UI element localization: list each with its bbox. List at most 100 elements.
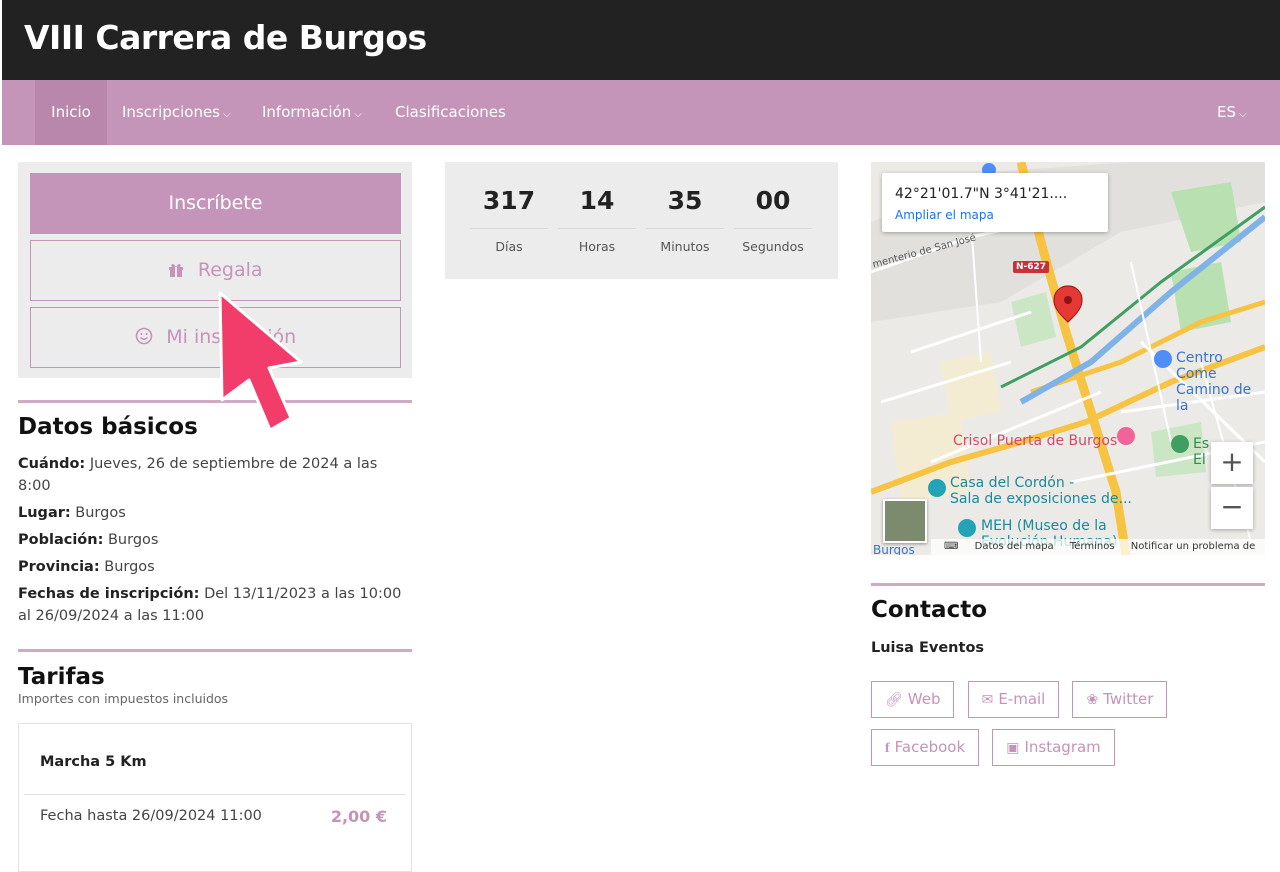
info-registration-dates: Fechas de inscripción: Del 13/11/2023 a … bbox=[18, 583, 412, 627]
divider bbox=[646, 228, 724, 229]
expand-map-link[interactable]: Ampliar el mapa bbox=[895, 208, 994, 222]
map-footer: ⌨ Datos del mapa Términos Notificar un p… bbox=[931, 539, 1265, 555]
poi-label-line: Camino de la bbox=[1176, 382, 1252, 414]
countdown-days: 317 Días bbox=[470, 186, 548, 254]
web-button[interactable]: 🔗︎ Web bbox=[871, 681, 955, 718]
nav-item-label: Inicio bbox=[51, 103, 91, 121]
map-embed[interactable]: N-627 menterio de San José Centro Come Ca… bbox=[871, 162, 1265, 555]
contact-title: Contacto bbox=[871, 597, 987, 623]
poi-label-line: MEH (Museo de la bbox=[981, 518, 1107, 534]
web-label: Web bbox=[907, 690, 941, 708]
map-data-link[interactable]: Datos del mapa bbox=[975, 541, 1054, 552]
link-icon: 🔗︎ bbox=[885, 692, 903, 708]
nav-item-informacion[interactable]: Información ⌵ bbox=[262, 80, 362, 145]
countdown-value: 14 bbox=[579, 186, 615, 215]
info-label: Lugar: bbox=[18, 505, 71, 521]
facebook-button[interactable]: f Facebook bbox=[871, 729, 980, 766]
nav-item-inicio[interactable]: Inicio bbox=[35, 80, 107, 145]
register-button-label: Inscríbete bbox=[168, 192, 263, 214]
poi-label-line: Casa del Cordón - bbox=[950, 475, 1075, 491]
chevron-down-icon: ⌵ bbox=[354, 109, 362, 120]
nav-item-inscripciones[interactable]: Inscripciones ⌵ bbox=[122, 80, 231, 145]
nav-item-label: Clasificaciones bbox=[395, 103, 506, 121]
site-title: VIII Carrera de Burgos bbox=[24, 18, 427, 57]
site-header: VIII Carrera de Burgos bbox=[2, 0, 1280, 80]
pointer-cursor-icon bbox=[218, 291, 303, 432]
divider bbox=[24, 794, 406, 795]
twitter-button[interactable]: ❀ Twitter bbox=[1072, 681, 1168, 718]
instagram-icon: ▣ bbox=[1006, 740, 1020, 756]
twitter-icon: ❀ bbox=[1086, 692, 1099, 708]
nav-item-clasificaciones[interactable]: Clasificaciones bbox=[395, 80, 506, 145]
info-label: Población: bbox=[18, 532, 104, 548]
road-shield: N-627 bbox=[1013, 261, 1050, 273]
rate-date: Fecha hasta 26/09/2024 11:00 bbox=[40, 808, 262, 824]
poi-label-line: El bbox=[1193, 452, 1206, 468]
info-value: Burgos bbox=[75, 505, 126, 521]
countdown: 317 Días 14 Horas 35 Minutos 00 Segundos bbox=[445, 162, 838, 279]
countdown-label: Días bbox=[495, 239, 523, 254]
countdown-value: 00 bbox=[755, 186, 791, 215]
map-info-card: 42°21'01.7"N 3°41'21.... Ampliar el mapa bbox=[882, 173, 1108, 232]
organizer-name: Luisa Eventos bbox=[871, 640, 985, 656]
left-column: Inscríbete Regala Mi inscripción Datos b… bbox=[18, 162, 412, 872]
countdown-label: Segundos bbox=[742, 239, 804, 254]
nav-item-label: Inscripciones bbox=[122, 103, 220, 121]
countdown-seconds: 00 Segundos bbox=[734, 186, 812, 254]
countdown-value: 35 bbox=[667, 186, 703, 215]
poi-label: Centro Come Camino de la bbox=[1176, 350, 1265, 414]
zoom-in-button[interactable]: + bbox=[1211, 442, 1253, 484]
poi-label: Es El bbox=[1193, 436, 1209, 468]
town-label: Burgos bbox=[873, 543, 915, 555]
info-label: Cuándo: bbox=[18, 456, 86, 472]
rates-subtitle: Importes con impuestos incluidos bbox=[18, 691, 229, 706]
info-label: Fechas de inscripción: bbox=[18, 586, 200, 602]
email-label: E-mail bbox=[998, 690, 1046, 708]
facebook-icon: f bbox=[885, 741, 890, 756]
poi-label-line: Es bbox=[1193, 436, 1210, 452]
email-button[interactable]: ✉ E-mail bbox=[967, 681, 1060, 718]
poi-label-line: Sala de exposiciones de... bbox=[950, 491, 1132, 507]
rate-card: Marcha 5 Km Fecha hasta 26/09/2024 11:00… bbox=[18, 723, 412, 872]
poi-label: Casa del Cordón - Sala de exposiciones de… bbox=[950, 475, 1132, 507]
instagram-button[interactable]: ▣ Instagram bbox=[992, 729, 1115, 766]
facebook-label: Facebook bbox=[894, 738, 966, 756]
divider bbox=[558, 228, 636, 229]
main-nav: Inicio Inscripciones ⌵ Información ⌵ Clasi… bbox=[2, 80, 1280, 145]
register-button[interactable]: Inscríbete bbox=[30, 173, 401, 234]
gift-button-label: Regala bbox=[197, 259, 263, 281]
rates-title: Tarifas bbox=[18, 664, 105, 690]
zoom-out-button[interactable]: − bbox=[1211, 487, 1253, 529]
divider bbox=[18, 649, 412, 652]
info-label: Provincia: bbox=[18, 559, 100, 575]
divider bbox=[470, 228, 548, 229]
divider bbox=[871, 583, 1265, 586]
language-selector[interactable]: ES ⌵ bbox=[1217, 80, 1247, 145]
countdown-value: 317 bbox=[482, 186, 536, 215]
countdown-hours: 14 Horas bbox=[558, 186, 636, 254]
terms-link[interactable]: Términos bbox=[1070, 541, 1115, 552]
info-when: Cuándo: Jueves, 26 de septiembre de 2024… bbox=[18, 453, 412, 497]
satellite-toggle[interactable] bbox=[883, 499, 927, 543]
envelope-icon: ✉ bbox=[981, 692, 994, 708]
rate-name: Marcha 5 Km bbox=[40, 754, 147, 770]
info-province: Provincia: Burgos bbox=[18, 556, 412, 578]
twitter-label: Twitter bbox=[1103, 690, 1154, 708]
poi-label-line: Centro Come bbox=[1176, 350, 1223, 382]
countdown-label: Horas bbox=[578, 239, 616, 254]
contact-section: Contacto Luisa Eventos 🔗︎ Web ✉ E-mail ❀ Tw… bbox=[871, 583, 1265, 777]
map-coordinates: 42°21'01.7"N 3°41'21.... bbox=[895, 186, 1068, 202]
info-value: Burgos bbox=[107, 532, 159, 548]
rate-price: 2,00 € bbox=[330, 807, 387, 826]
countdown-label: Minutos bbox=[660, 239, 710, 254]
chevron-down-icon: ⌵ bbox=[1239, 109, 1247, 120]
chevron-down-icon: ⌵ bbox=[223, 109, 231, 120]
info-value: Burgos bbox=[104, 559, 155, 575]
countdown-minutes: 35 Minutos bbox=[646, 186, 724, 254]
contact-links: 🔗︎ Web ✉ E-mail ❀ Twitter f Facebook ▣ Instag… bbox=[871, 681, 1265, 777]
keyboard-icon[interactable]: ⌨ bbox=[944, 541, 958, 552]
smile-icon bbox=[135, 327, 158, 348]
info-town: Población: Burgos bbox=[18, 529, 412, 551]
info-place: Lugar: Burgos bbox=[18, 502, 412, 524]
gift-icon bbox=[168, 261, 189, 281]
